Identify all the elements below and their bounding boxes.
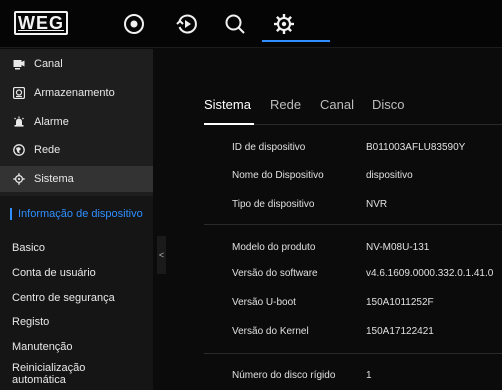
settings-icon[interactable] <box>270 10 298 38</box>
sidebar-item-label: Sistema <box>34 173 74 185</box>
section-divider <box>204 224 502 225</box>
active-tab-indicator <box>204 123 254 125</box>
sidebar-item-rede[interactable]: Rede <box>0 137 153 163</box>
tab-disco[interactable]: Disco <box>372 97 405 112</box>
sidebar-collapse-handle[interactable]: < <box>157 236 166 274</box>
search-icon-graphic <box>225 14 245 34</box>
logo-text: WEG <box>18 12 64 33</box>
live-view-icon[interactable] <box>120 10 148 38</box>
submenu-item-registo[interactable]: Registo <box>12 316 150 328</box>
label-nome-dispositivo: Nome do Dispositivo <box>232 170 324 181</box>
sidebar-item-alarme[interactable]: Alarme <box>0 109 153 135</box>
sidebar-item-label: Canal <box>34 58 63 70</box>
value-id-dispositivo: B011003AFLU83590Y <box>366 142 466 153</box>
value-tipo-dispositivo: NVR <box>366 199 388 210</box>
active-nav-indicator <box>262 40 330 42</box>
sidebar-item-label: Armazenamento <box>34 87 115 99</box>
sidebar-item-label: Alarme <box>34 116 69 128</box>
label-versao-software: Versão do software <box>232 268 318 279</box>
search-icon[interactable] <box>221 10 249 38</box>
value-numero-disco: 1 <box>366 370 372 381</box>
label-id-dispositivo: ID de dispositivo <box>232 142 306 153</box>
sidebar-item-armazenamento[interactable]: Armazenamento <box>0 80 153 106</box>
gear-icon <box>13 173 25 185</box>
system-submenu: Informação de dispositivo Basico Conta d… <box>0 196 153 390</box>
label-versao-uboot: Versão U-boot <box>232 297 296 308</box>
camera-icon <box>13 58 25 70</box>
submenu-item-conta-usuario[interactable]: Conta de usuário <box>12 267 150 279</box>
value-modelo-produto: NV-M08U-131 <box>366 242 430 253</box>
playback-icon[interactable] <box>173 10 201 38</box>
weg-logo: WEG <box>14 11 68 35</box>
chevron-left-icon: < <box>158 250 165 260</box>
main-content: Sistema Rede Canal Disco ID de dispositi… <box>166 49 502 390</box>
submenu-item-centro-seguranca[interactable]: Centro de segurança <box>12 292 150 304</box>
section-divider <box>204 353 502 354</box>
settings-icon-graphic <box>274 14 294 34</box>
label-tipo-dispositivo: Tipo de dispositivo <box>232 199 315 210</box>
sidebar-item-sistema[interactable]: Sistema <box>0 166 153 192</box>
storage-icon <box>13 87 25 99</box>
value-versao-uboot: 150A1011252F <box>366 297 434 308</box>
value-versao-software: v4.6.1609.0000.332.0.1.41.0 <box>366 268 494 279</box>
tab-rede[interactable]: Rede <box>270 97 301 112</box>
value-nome-dispositivo: dispositivo <box>366 170 413 181</box>
tab-canal[interactable]: Canal <box>320 97 354 112</box>
label-modelo-produto: Modelo do produto <box>232 242 316 253</box>
submenu-item-manutencao[interactable]: Manutenção <box>12 341 150 353</box>
label-versao-kernel: Versão do Kernel <box>232 326 309 337</box>
live-view-icon-graphic <box>124 14 144 34</box>
sidebar-item-label: Rede <box>34 144 61 156</box>
tab-sistema[interactable]: Sistema <box>204 97 251 112</box>
submenu-item-informacao-dispositivo[interactable]: Informação de dispositivo <box>10 208 148 220</box>
network-icon <box>13 144 25 156</box>
playback-icon-graphic <box>176 14 197 34</box>
submenu-item-reinicializacao-automatica[interactable]: Reinicialização automática <box>12 362 112 386</box>
value-versao-kernel: 150A17122421 <box>366 326 434 337</box>
label-numero-disco: Número do disco rígido <box>232 370 336 381</box>
sidebar-item-canal[interactable]: Canal <box>0 51 153 77</box>
submenu-item-basico[interactable]: Basico <box>12 242 150 254</box>
top-bar: WEG <box>0 0 502 48</box>
sidebar: Canal Armazenamento Alarme Rede Sistema … <box>0 49 153 390</box>
alarm-icon <box>13 116 25 128</box>
